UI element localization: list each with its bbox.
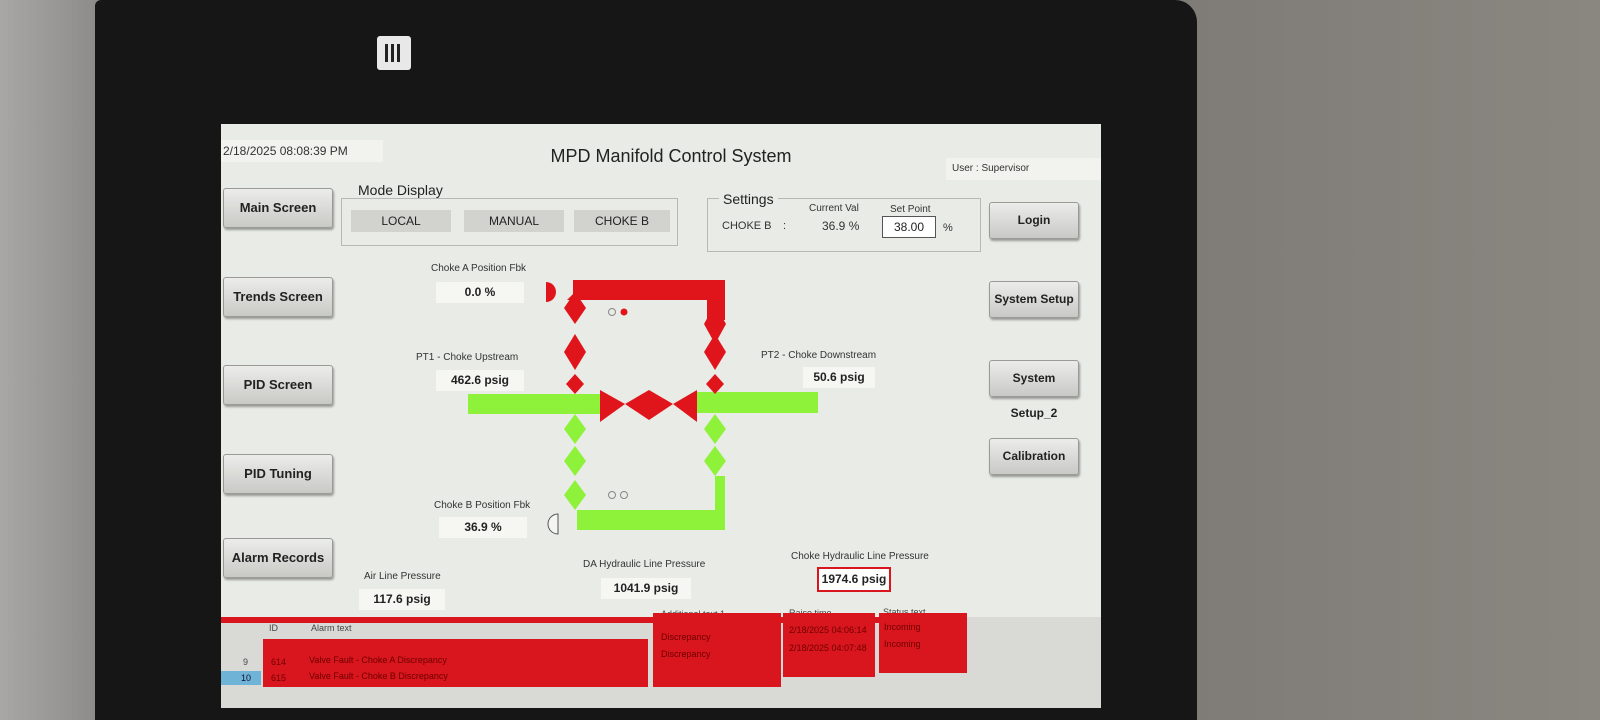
choke-b-riser <box>715 476 725 512</box>
right-lower-valve-2 <box>704 446 726 476</box>
alarm-table: ID Alarm text Additional text 1 Raise ti… <box>221 607 1101 708</box>
alarm-header-id: ID <box>269 623 278 633</box>
right-upper-valve-2 <box>704 334 726 370</box>
alarm-header-text: Alarm text <box>311 623 352 633</box>
indicator-dot-1 <box>608 308 616 316</box>
manifold-diagram <box>468 280 818 535</box>
right-upper-valve-3 <box>706 374 724 394</box>
choke-a-top-line <box>573 280 721 300</box>
datamatrix-code <box>385 44 403 62</box>
alarm-row-1-id: 614 <box>271 657 287 667</box>
alarm-row-1-text: Valve Fault - Choke A Discrepancy <box>309 655 447 665</box>
alarm-row-2-time: 2/18/2025 04:07:48 <box>789 643 867 653</box>
alarm-row-2-text: Valve Fault - Choke B Discrepancy <box>309 671 448 681</box>
alarm-row-1-status: Incoming <box>884 622 921 632</box>
choke-b-bottom-line <box>577 510 725 530</box>
alarm-row-2-id: 615 <box>271 673 287 683</box>
right-lower-valve-1 <box>704 414 726 444</box>
left-lower-valve-1 <box>564 414 586 444</box>
alarm-row-1-additional: Discrepancy <box>661 632 711 642</box>
alarm-row-1-number: 9 <box>243 657 249 667</box>
left-lower-valve-3 <box>564 480 586 510</box>
alarm-row-2-number: 10 <box>241 673 252 683</box>
alarm-row-2-status: Incoming <box>884 639 921 649</box>
hmi-screen: 2/18/2025 08:08:39 PM MPD Manifold Contr… <box>221 124 1101 708</box>
alarm-row-1-time: 2/18/2025 04:06:14 <box>789 625 867 635</box>
indicator-dot-3 <box>608 491 616 499</box>
inlet-line <box>468 394 600 414</box>
left-upper-valve-2 <box>564 334 586 370</box>
center-valve-middle <box>625 390 673 420</box>
choke-a-actuator <box>546 282 556 302</box>
center-valve-left <box>600 390 625 422</box>
center-valve-right <box>673 390 697 422</box>
choke-b-actuator <box>547 513 559 535</box>
outlet-line <box>696 392 818 413</box>
indicator-dot-2 <box>620 308 628 316</box>
left-lower-valve-2 <box>564 446 586 476</box>
datamatrix-label <box>377 36 411 70</box>
alarm-row-2-additional: Discrepancy <box>661 649 711 659</box>
left-upper-valve-3 <box>566 374 584 394</box>
indicator-dot-4 <box>620 491 628 499</box>
